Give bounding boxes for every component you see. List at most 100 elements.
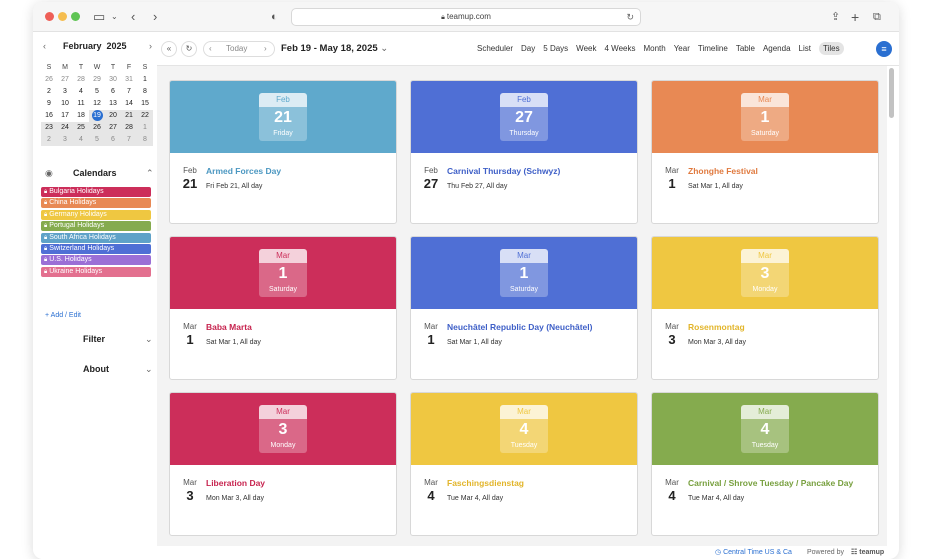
event-title[interactable]: Rosenmontag: [688, 322, 745, 333]
view-tab-4-weeks[interactable]: 4 Weeks: [604, 44, 635, 53]
day-cell[interactable]: 27: [105, 122, 121, 134]
teamup-logo[interactable]: ☷ teamup: [851, 547, 884, 559]
eye-icon[interactable]: ◉: [45, 168, 53, 179]
event-tile[interactable]: Mar 1 Saturday Mar 1 Baba Marta Sat Mar 1, All…: [169, 236, 397, 380]
scrollbar[interactable]: [889, 68, 894, 118]
day-cell[interactable]: 10: [57, 98, 73, 110]
view-tab-day[interactable]: Day: [521, 44, 535, 53]
day-cell[interactable]: 31: [121, 74, 137, 86]
day-cell[interactable]: 19: [89, 110, 105, 122]
day-cell[interactable]: 11: [73, 98, 89, 110]
view-tab-list[interactable]: List: [799, 44, 811, 53]
calendar-item[interactable]: 🔒︎ U.S. Holidays: [41, 255, 151, 266]
day-cell[interactable]: 28: [121, 122, 137, 134]
view-tab-scheduler[interactable]: Scheduler: [477, 44, 513, 53]
calendar-item[interactable]: 🔒︎ Portugal Holidays: [41, 221, 151, 232]
event-tile[interactable]: Mar 4 Tuesday Mar 4 Faschingsdienstag Tue Mar …: [410, 392, 638, 536]
day-cell[interactable]: 5: [89, 134, 105, 146]
day-cell[interactable]: 1: [137, 74, 153, 86]
day-cell[interactable]: 7: [121, 86, 137, 98]
address-bar[interactable]: 🔒︎ teamup.com ↻: [291, 8, 641, 26]
share-icon[interactable]: ⇪: [831, 8, 840, 26]
day-cell[interactable]: 13: [105, 98, 121, 110]
day-cell[interactable]: 15: [137, 98, 153, 110]
chevron-down-icon[interactable]: ⌄: [145, 334, 153, 345]
chevron-up-icon[interactable]: ⌃: [146, 168, 154, 179]
day-cell[interactable]: 9: [41, 98, 57, 110]
chevron-down-icon[interactable]: ⌄: [111, 8, 118, 26]
day-cell[interactable]: 3: [57, 86, 73, 98]
day-cell[interactable]: 17: [57, 110, 73, 122]
calendar-item[interactable]: 🔒︎ China Holidays: [41, 198, 151, 209]
shield-icon[interactable]: ◐: [271, 8, 278, 26]
calendar-item[interactable]: 🔒︎ South Africa Holidays: [41, 232, 151, 243]
event-tile[interactable]: Mar 1 Saturday Mar 1 Neuchâtel Republic Day (…: [410, 236, 638, 380]
day-cell[interactable]: 6: [105, 134, 121, 146]
day-cell[interactable]: 25: [73, 122, 89, 134]
day-cell[interactable]: 1: [137, 122, 153, 134]
day-cell[interactable]: 18: [73, 110, 89, 122]
add-edit-link[interactable]: + Add / Edit: [45, 312, 81, 319]
view-tab-timeline[interactable]: Timeline: [698, 44, 728, 53]
day-cell[interactable]: 26: [41, 74, 57, 86]
today-button[interactable]: Today: [226, 42, 247, 56]
view-tab-month[interactable]: Month: [643, 44, 665, 53]
forward-icon[interactable]: ›: [153, 8, 157, 26]
view-tab-table[interactable]: Table: [736, 44, 755, 53]
event-title[interactable]: Liberation Day: [206, 478, 265, 489]
calendar-item[interactable]: 🔒︎ Ukraine Holidays: [41, 266, 151, 277]
event-tile[interactable]: Feb 21 Friday Feb 21 Armed Forces Day Fri Feb …: [169, 80, 397, 224]
event-tile[interactable]: Feb 27 Thursday Feb 27 Carnival Thursday (Sch…: [410, 80, 638, 224]
calendars-header[interactable]: ◉ Calendars ⌃: [43, 168, 154, 182]
tab-overview-icon[interactable]: ⧉: [873, 8, 881, 26]
day-cell[interactable]: 5: [89, 86, 105, 98]
date-range-picker[interactable]: Feb 19 - May 18, 2025 ⌄: [281, 41, 388, 57]
day-cell[interactable]: 8: [137, 86, 153, 98]
event-tile[interactable]: Mar 1 Saturday Mar 1 Zhonghe Festival Sat Mar …: [651, 80, 879, 224]
day-cell[interactable]: 29: [89, 74, 105, 86]
event-title[interactable]: Carnival / Shrove Tuesday / Pancake Day: [688, 478, 853, 489]
view-tab-tiles[interactable]: Tiles: [818, 42, 844, 55]
calendar-item[interactable]: 🔒︎ Germany Holidays: [41, 209, 151, 220]
next-month-icon[interactable]: ›: [149, 41, 152, 51]
maximize-window-button[interactable]: [71, 12, 80, 21]
event-tile[interactable]: Mar 3 Monday Mar 3 Liberation Day Mon Mar 3, A…: [169, 392, 397, 536]
day-cell[interactable]: 26: [89, 122, 105, 134]
day-cell[interactable]: 2: [41, 86, 57, 98]
timezone-link[interactable]: ◷ Central Time US & Ca: [715, 547, 792, 559]
day-cell[interactable]: 8: [137, 134, 153, 146]
day-cell[interactable]: 7: [121, 134, 137, 146]
back-icon[interactable]: ‹: [131, 8, 135, 26]
event-title[interactable]: Faschingsdienstag: [447, 478, 524, 489]
close-window-button[interactable]: [45, 12, 54, 21]
prev-month-icon[interactable]: ‹: [43, 41, 46, 51]
day-cell[interactable]: 16: [41, 110, 57, 122]
view-tab-week[interactable]: Week: [576, 44, 596, 53]
day-cell[interactable]: 14: [121, 98, 137, 110]
refresh-icon[interactable]: ↻: [181, 41, 197, 57]
day-cell[interactable]: 2: [41, 134, 57, 146]
about-section[interactable]: About ⌄: [43, 364, 153, 378]
filter-section[interactable]: Filter ⌄: [43, 334, 153, 348]
calendar-item[interactable]: 🔒︎ Switzerland Holidays: [41, 243, 151, 254]
day-cell[interactable]: 21: [121, 110, 137, 122]
day-cell[interactable]: 4: [73, 86, 89, 98]
event-tile[interactable]: Mar 3 Monday Mar 3 Rosenmontag Mon Mar 3, All …: [651, 236, 879, 380]
event-title[interactable]: Carnival Thursday (Schwyz): [447, 166, 560, 177]
next-range-icon[interactable]: ›: [264, 42, 267, 56]
minimize-window-button[interactable]: [58, 12, 67, 21]
event-title[interactable]: Armed Forces Day: [206, 166, 281, 177]
day-cell[interactable]: 22: [137, 110, 153, 122]
collapse-sidebar-icon[interactable]: «: [161, 41, 177, 57]
menu-icon[interactable]: ≡: [876, 41, 892, 57]
day-cell[interactable]: 24: [57, 122, 73, 134]
day-cell[interactable]: 3: [57, 134, 73, 146]
prev-range-icon[interactable]: ‹: [209, 42, 212, 56]
day-cell[interactable]: 28: [73, 74, 89, 86]
event-tile[interactable]: Mar 4 Tuesday Mar 4 Carnival / Shrove Tuesday…: [651, 392, 879, 536]
new-tab-icon[interactable]: +: [851, 8, 859, 26]
view-tab-agenda[interactable]: Agenda: [763, 44, 791, 53]
view-tab-year[interactable]: Year: [674, 44, 690, 53]
sidebar-toggle-icon[interactable]: ▭: [93, 8, 105, 26]
day-cell[interactable]: 23: [41, 122, 57, 134]
